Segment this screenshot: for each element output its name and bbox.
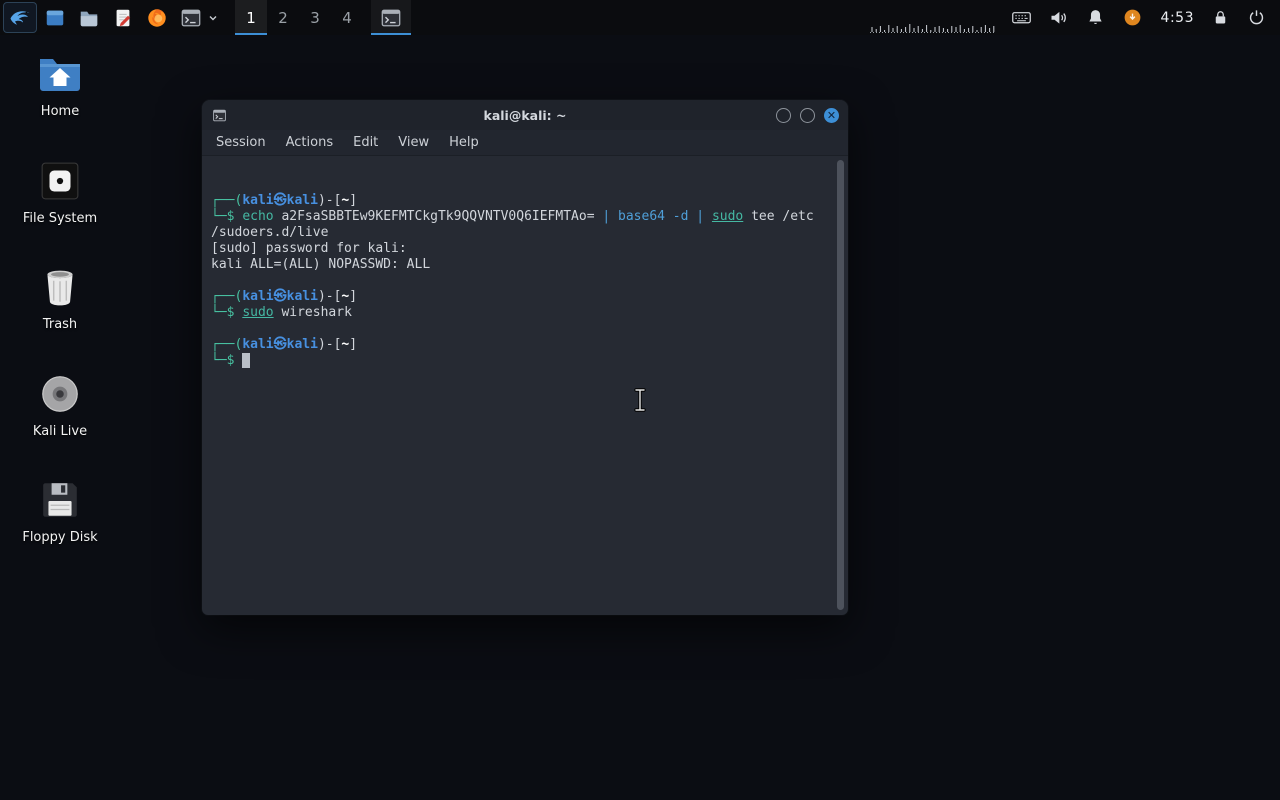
orange-status-icon <box>1124 9 1141 26</box>
workspace-switcher: 1234 <box>235 0 363 35</box>
top-panel: 1234 4:53 <box>0 0 1280 35</box>
panel-status-icons <box>1010 6 1145 30</box>
window-title: kali@kali: ~ <box>483 107 567 123</box>
notifications-indicator[interactable] <box>1084 6 1108 30</box>
taskbar <box>371 0 411 35</box>
desktop-icon-label: Kali Live <box>32 424 88 439</box>
desktop-icon-label: Floppy Disk <box>22 530 98 545</box>
workspace-4[interactable]: 4 <box>331 0 363 35</box>
terminal-text-cursor <box>242 353 251 368</box>
minimize-button[interactable] <box>776 107 791 123</box>
caret-down-icon <box>209 15 217 20</box>
text-editor-icon <box>116 9 131 26</box>
volume-indicator[interactable] <box>1047 6 1071 30</box>
home-folder-icon <box>40 59 80 91</box>
terminal-icon <box>181 9 201 26</box>
desktop-icon-floppy[interactable]: Floppy Disk <box>12 479 108 545</box>
terminal-scrollbar[interactable] <box>837 160 844 610</box>
terminal-titlebar[interactable]: kali@kali: ~ ✕ <box>202 100 848 130</box>
terminal-line: └─$ <box>211 353 839 369</box>
firefox-launcher[interactable] <box>145 6 169 30</box>
filesystem-icon <box>41 162 79 200</box>
menu-session[interactable]: Session <box>206 132 276 153</box>
menu-edit[interactable]: Edit <box>343 132 388 153</box>
workspace-2[interactable]: 2 <box>267 0 299 35</box>
kali-logo-icon <box>8 4 32 32</box>
desktop-icons: Home File System Trash Kali Live Floppy Disk <box>12 0 108 800</box>
keyboard-indicator[interactable] <box>1010 6 1034 30</box>
terminal-line: ┌──(kali㉿kali)-[~] <box>211 289 358 304</box>
desktop-icon-home[interactable]: Home <box>12 53 108 119</box>
workspace-3[interactable]: 3 <box>299 0 331 35</box>
terminal-window: kali@kali: ~ ✕ Session Actions Edit View Hel… <box>202 100 848 615</box>
file-manager-icon <box>80 11 98 26</box>
terminal-line: └─$ sudo wireshark <box>211 305 352 320</box>
desktop-icon-label: Home <box>40 104 80 119</box>
power-icon <box>1249 10 1263 25</box>
terminal-dropdown-button[interactable] <box>207 6 219 30</box>
text-editor-launcher[interactable] <box>111 6 135 30</box>
taskbar-terminal-window[interactable] <box>371 0 411 35</box>
volume-icon <box>1051 11 1066 24</box>
desktop-icon-filesystem[interactable]: File System <box>12 160 108 226</box>
terminal-line: └─$ echo a2FsaSBBTEw9KEFMTCkgTk9QQVNTV0Q… <box>211 209 814 224</box>
terminal-line: /sudoers.d/live <box>211 225 329 240</box>
disc-icon <box>42 376 78 412</box>
window-icon <box>46 10 64 25</box>
close-button[interactable]: ✕ <box>824 107 839 123</box>
panel-launchers <box>43 6 219 30</box>
power-button[interactable] <box>1244 6 1268 30</box>
terminal-line: [sudo] password for kali: <box>211 241 407 256</box>
activity-graph-icon[interactable] <box>869 0 996 35</box>
desktop-icon-kali-live[interactable]: Kali Live <box>12 373 108 439</box>
keyboard-icon <box>1012 12 1031 24</box>
bell-icon <box>1089 10 1102 25</box>
panel-clock[interactable]: 4:53 <box>1161 10 1194 26</box>
panel-session-icons <box>1208 6 1268 30</box>
maximize-button[interactable] <box>800 107 815 123</box>
trash-icon <box>47 270 73 306</box>
terminal-line: ┌──(kali㉿kali)-[~] <box>211 193 358 208</box>
window-controls: ✕ <box>776 107 839 123</box>
updates-indicator[interactable] <box>1121 6 1145 30</box>
desktop-icon-label: File System <box>22 211 98 226</box>
terminal-icon <box>381 9 401 26</box>
firefox-icon <box>148 8 166 27</box>
terminal-line: kali ALL=(ALL) NOPASSWD: ALL <box>211 257 431 272</box>
terminal-line: ┌──(kali㉿kali)-[~] <box>211 337 358 352</box>
window-manager-launcher[interactable] <box>43 6 67 30</box>
terminal-launcher[interactable] <box>179 6 203 30</box>
desktop-icon-label: Trash <box>42 317 78 332</box>
lock-screen-button[interactable] <box>1208 6 1232 30</box>
lock-icon <box>1215 11 1225 24</box>
desktop-icon-trash[interactable]: Trash <box>12 266 108 332</box>
kali-logo-icon <box>10 10 30 25</box>
terminal-output[interactable]: ┌──(kali㉿kali)-[~] └─$ echo a2FsaSBBTEw9K… <box>202 156 848 615</box>
menu-help[interactable]: Help <box>439 132 489 153</box>
terminal-menubar: Session Actions Edit View Help <box>202 130 848 156</box>
menu-view[interactable]: View <box>388 132 439 153</box>
file-manager-launcher[interactable] <box>77 6 101 30</box>
menu-actions[interactable]: Actions <box>276 132 344 153</box>
workspace-1[interactable]: 1 <box>235 0 267 35</box>
floppy-icon <box>43 483 77 517</box>
applications-menu-button[interactable] <box>3 2 37 33</box>
